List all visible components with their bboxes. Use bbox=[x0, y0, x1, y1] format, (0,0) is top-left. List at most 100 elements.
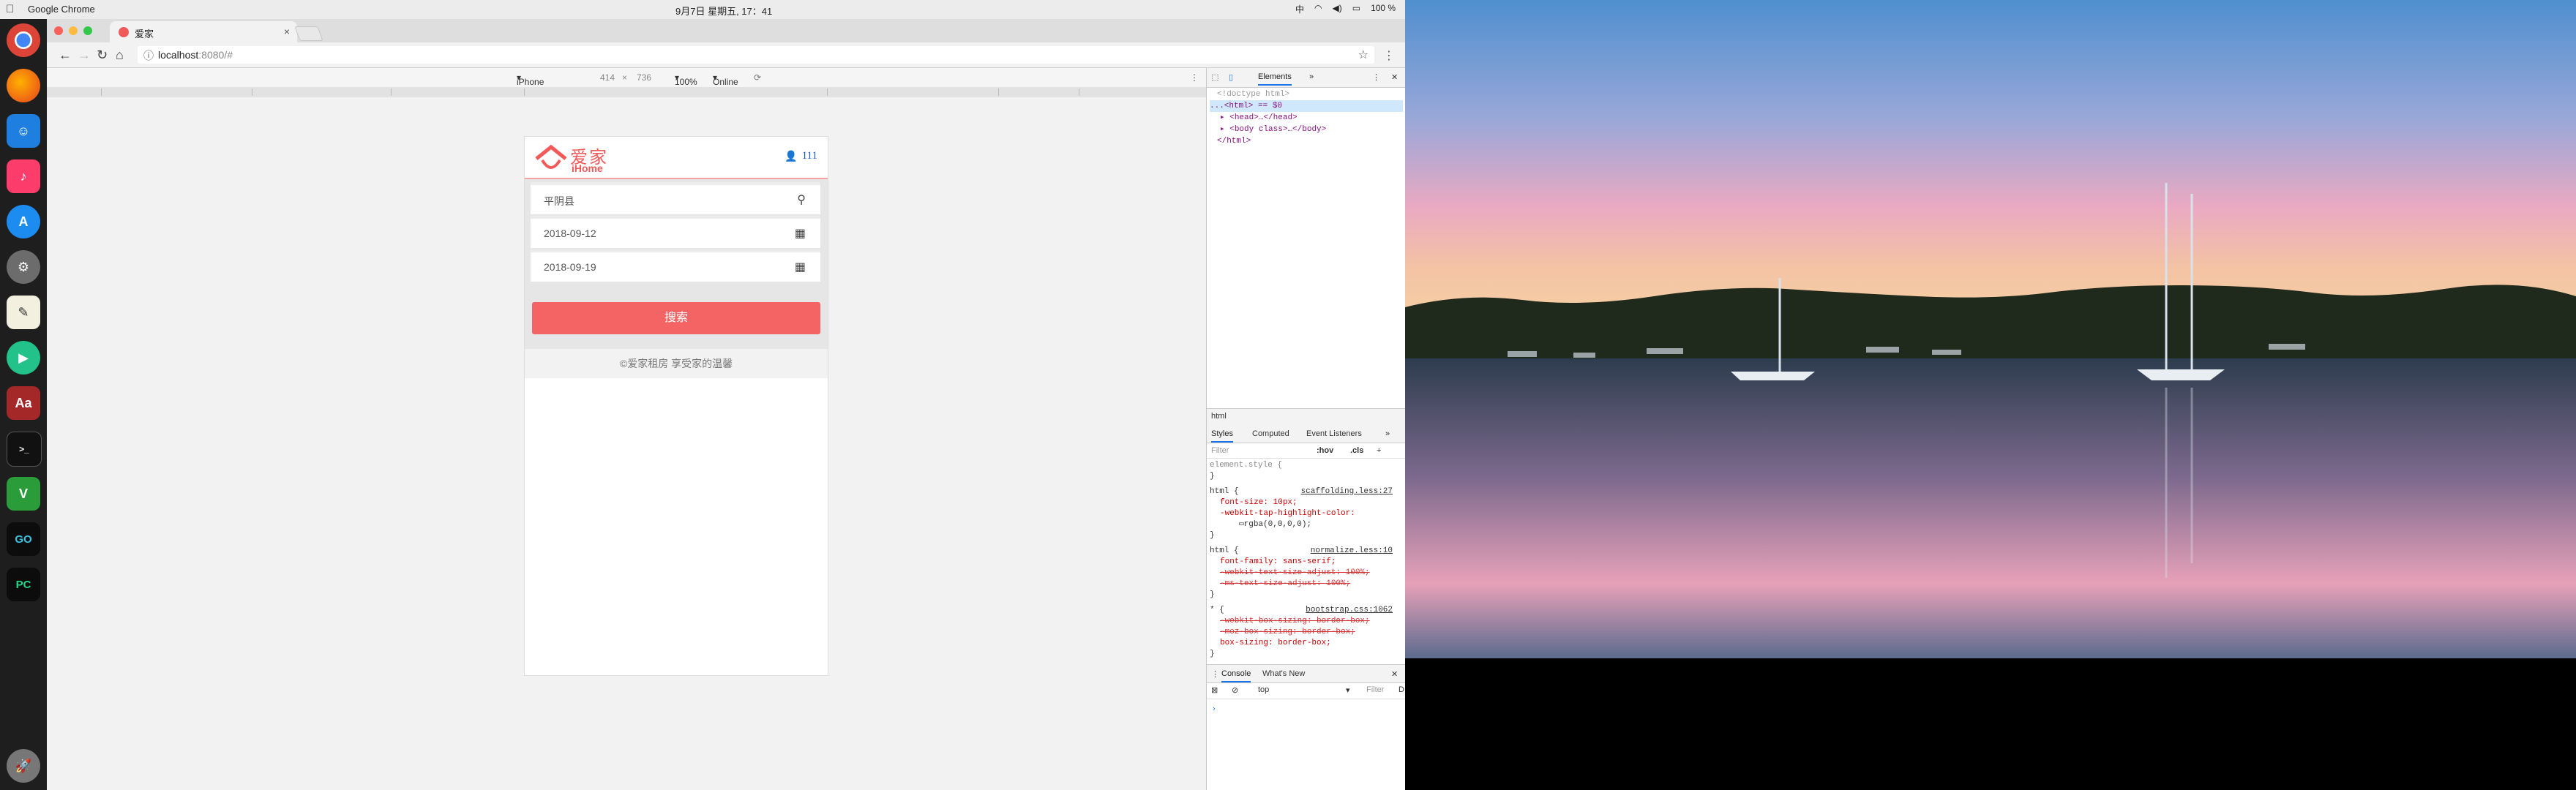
context-select[interactable]: top bbox=[1258, 685, 1269, 694]
launchpad-icon[interactable]: 🚀 bbox=[7, 749, 40, 783]
textedit-icon[interactable]: ✎ bbox=[7, 296, 40, 329]
context-chevron-down-icon[interactable]: ▾ bbox=[1346, 685, 1350, 695]
device-toggle-icon[interactable]: ▯ bbox=[1229, 72, 1233, 82]
inspect-element-icon[interactable]: ⬚ bbox=[1211, 72, 1218, 82]
address-bar[interactable]: ⓘ localhost:8080/# ☆ bbox=[138, 46, 1374, 64]
new-tab-button[interactable] bbox=[294, 26, 323, 41]
bookmark-star-icon[interactable]: ☆ bbox=[1358, 48, 1368, 62]
device-toolbar: iPhone 6/7... ▾ 414 × 736 100% ▾ Online … bbox=[47, 68, 1206, 97]
clear-console-icon[interactable]: ⊘ bbox=[1232, 685, 1238, 695]
user-info[interactable]: 👤 111 bbox=[785, 150, 817, 162]
drawer-close-icon[interactable]: ✕ bbox=[1391, 669, 1398, 679]
network-throttle-select[interactable]: Online ▾ bbox=[713, 72, 738, 87]
breadcrumb-item-html[interactable]: html bbox=[1211, 412, 1227, 421]
vim-icon[interactable]: V bbox=[7, 477, 40, 511]
new-rule-button[interactable]: + bbox=[1377, 446, 1381, 455]
music-icon[interactable]: ♪ bbox=[7, 159, 40, 193]
more-tabs-button[interactable]: » bbox=[1309, 72, 1314, 81]
username-link[interactable]: 111 bbox=[802, 150, 817, 162]
close-window-button[interactable] bbox=[54, 26, 63, 35]
styles-filter-input[interactable]: Filter bbox=[1211, 446, 1229, 455]
device-toolbar-menu-icon[interactable]: ⋮ bbox=[1190, 72, 1199, 83]
dom-html-node[interactable]: ...<html> == $0 bbox=[1210, 100, 1403, 112]
styles-more-tabs[interactable]: » bbox=[1385, 429, 1390, 438]
goland-icon[interactable]: GO bbox=[7, 522, 40, 556]
browser-tab[interactable]: 爱家 × bbox=[110, 21, 297, 42]
rule-selector[interactable]: html { bbox=[1210, 487, 1239, 496]
devtools-menu-icon[interactable]: ⋮ bbox=[1372, 72, 1380, 82]
element-style-rule[interactable]: element.style { bbox=[1210, 460, 1393, 471]
dictionary-icon[interactable]: Aa bbox=[7, 386, 40, 420]
ihome-logo[interactable]: 爱家 iHome bbox=[535, 143, 630, 174]
video-player-icon[interactable]: ▶ bbox=[7, 341, 40, 375]
info-icon[interactable]: ⓘ bbox=[143, 48, 154, 63]
device-select[interactable]: iPhone 6/7... ▾ bbox=[517, 72, 544, 97]
style-property-overridden[interactable]: -ms-text-size-adjust: 100%; bbox=[1210, 579, 1393, 590]
close-tab-icon[interactable]: × bbox=[284, 26, 290, 37]
tab-event-listeners[interactable]: Event Listeners bbox=[1306, 429, 1362, 438]
volume-icon[interactable]: ◀) bbox=[1333, 3, 1342, 15]
console-filter-input[interactable]: Filter bbox=[1366, 685, 1384, 694]
style-property[interactable]: font-size: 10px; bbox=[1210, 497, 1393, 508]
hov-toggle[interactable]: :hov bbox=[1317, 446, 1333, 455]
reload-icon[interactable]: ↻ bbox=[97, 48, 108, 63]
input-method-indicator[interactable]: 中 bbox=[1295, 3, 1304, 15]
media-query-bar[interactable] bbox=[47, 87, 1206, 98]
log-level-select[interactable]: D bbox=[1399, 685, 1404, 694]
system-prefs-icon[interactable]: ⚙ bbox=[7, 250, 40, 284]
tab-styles[interactable]: Styles bbox=[1211, 429, 1233, 443]
start-date-input[interactable]: 2018-09-12 ▦ bbox=[531, 216, 820, 248]
rotate-icon[interactable]: ⟳ bbox=[754, 72, 761, 83]
style-property-overridden[interactable]: -webkit-box-sizing: border-box; bbox=[1210, 616, 1393, 627]
firefox-icon[interactable] bbox=[7, 69, 40, 102]
drawer-menu-icon[interactable]: ⋮ bbox=[1211, 669, 1219, 679]
clock[interactable]: 9月7日 星期五, 17：41 bbox=[675, 4, 772, 18]
dom-body-node[interactable]: ▸ <body class>…</body> bbox=[1210, 124, 1403, 135]
tab-computed[interactable]: Computed bbox=[1252, 429, 1289, 438]
terminal-icon[interactable]: >_ bbox=[7, 432, 42, 467]
zoom-select[interactable]: 100% ▾ bbox=[675, 72, 697, 87]
rule-source-link[interactable]: scaffolding.less:27 bbox=[1301, 486, 1393, 497]
console-sidebar-icon[interactable]: ⊠ bbox=[1211, 685, 1218, 695]
active-app-name[interactable]: Google Chrome bbox=[28, 4, 95, 15]
style-property[interactable]: box-sizing: border-box; bbox=[1210, 638, 1393, 649]
finder-icon[interactable]: ☺ bbox=[7, 114, 40, 148]
chrome-menu-icon[interactable]: ⋮ bbox=[1383, 48, 1395, 63]
cls-toggle[interactable]: .cls bbox=[1350, 446, 1363, 455]
zoom-window-button[interactable] bbox=[83, 26, 92, 35]
back-icon[interactable]: ← bbox=[59, 48, 72, 63]
rule-source-link[interactable]: bootstrap.css:1062 bbox=[1306, 605, 1393, 616]
url-text[interactable]: localhost:8080/# bbox=[158, 49, 233, 61]
forward-icon[interactable]: → bbox=[78, 48, 91, 63]
style-property-overridden[interactable]: -moz-box-sizing: border-box; bbox=[1210, 627, 1393, 638]
style-value[interactable]: ▭rgba(0,0,0,0); bbox=[1210, 519, 1393, 530]
home-icon[interactable]: ⌂ bbox=[116, 48, 124, 63]
pycharm-icon[interactable]: PC bbox=[7, 568, 40, 601]
harbor-sunset-image bbox=[1405, 0, 2576, 658]
style-property-overridden[interactable]: -webkit-text-size-adjust: 100%; bbox=[1210, 568, 1393, 579]
style-property[interactable]: -webkit-tap-highlight-color: bbox=[1210, 508, 1393, 519]
rule-selector[interactable]: * { bbox=[1210, 606, 1224, 614]
app-store-icon[interactable]: A bbox=[7, 205, 40, 238]
rule-selector[interactable]: html { bbox=[1210, 546, 1239, 555]
style-property[interactable]: font-family: sans-serif; bbox=[1210, 557, 1393, 568]
wifi-icon[interactable]: ◠ bbox=[1314, 3, 1322, 15]
viewport-height[interactable]: 736 bbox=[637, 72, 651, 83]
battery-icon[interactable]: ▭ bbox=[1352, 3, 1360, 15]
tab-whats-new[interactable]: What's New bbox=[1262, 669, 1305, 678]
devtools-close-icon[interactable]: ✕ bbox=[1391, 72, 1398, 82]
end-date-input[interactable]: 2018-09-19 ▦ bbox=[531, 249, 820, 282]
search-button[interactable]: 搜索 bbox=[532, 302, 820, 334]
viewport-width[interactable]: 414 bbox=[600, 72, 615, 83]
minimize-window-button[interactable] bbox=[69, 26, 78, 35]
dom-html-close[interactable]: </html> bbox=[1210, 135, 1403, 147]
dom-doctype[interactable]: <!doctype html> bbox=[1210, 89, 1403, 100]
apple-icon[interactable]:  bbox=[6, 3, 14, 15]
dom-head-node[interactable]: ▸ <head>…</head> bbox=[1210, 112, 1403, 124]
tab-console[interactable]: Console bbox=[1221, 669, 1251, 682]
chrome-icon[interactable] bbox=[7, 23, 40, 57]
rule-source-link[interactable]: normalize.less:10 bbox=[1311, 546, 1393, 557]
tab-elements[interactable]: Elements bbox=[1258, 72, 1292, 86]
area-select[interactable]: 平阴县 ⚲ bbox=[531, 182, 820, 214]
console-prompt[interactable]: › bbox=[1213, 704, 1216, 713]
